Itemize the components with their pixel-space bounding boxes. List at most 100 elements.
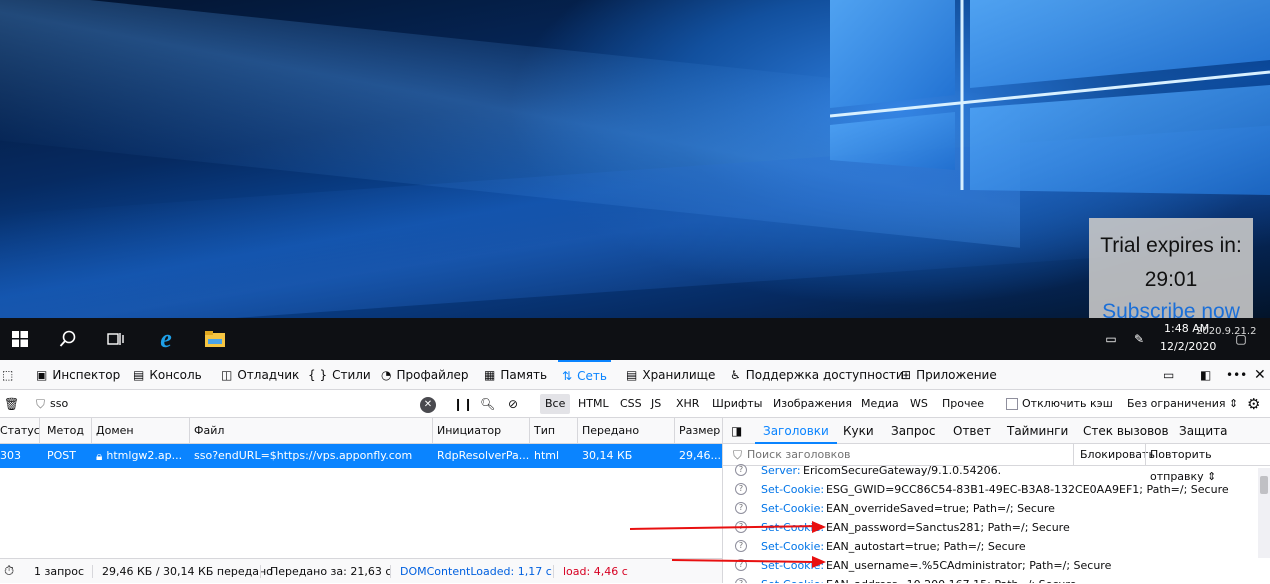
tab-application[interactable]: ⊞ Приложение [901,360,997,390]
pen-tray-button[interactable]: ✎ [1126,326,1152,352]
tab-cookies[interactable]: Куки [843,418,874,444]
header-row[interactable]: ? Set-Cookie: EAN_autostart=true; Path=/… [723,537,1253,556]
filter-type-media[interactable]: Медиа [856,394,904,414]
reload-timer-icon-wrap[interactable]: ⏱ [4,559,14,584]
help-icon[interactable]: ? [735,483,747,495]
filter-type-other[interactable]: Прочее [937,394,989,414]
lock-icon: 🔒︎ [96,449,103,463]
tab-storage[interactable]: ▤ Хранилище [626,360,715,390]
help-icon[interactable]: ? [735,578,747,583]
toggle-sidebar-button[interactable]: ◨ [731,418,742,444]
filter-type-images[interactable]: Изображения [768,394,857,414]
tab-network[interactable]: ⇅ Сеть [558,360,611,390]
tab-inspector[interactable]: ▣ Инспектор [36,360,120,390]
header-row[interactable]: ? Set-Cookie: ESG_GWID=9CC86C54-83B1-49E… [723,480,1253,499]
more-options-button[interactable]: ••• [1226,360,1247,390]
tab-stack-trace[interactable]: Стек вызовов [1083,418,1169,444]
tab-headers[interactable]: Заголовки [755,418,837,444]
column-method[interactable]: Метод [43,418,92,444]
internet-explorer-button[interactable]: e [153,324,179,353]
header-value: EAN_overrideSaved=true; Path=/; Secure [826,502,1055,515]
filter-type-html[interactable]: HTML [573,394,614,414]
subscribe-link[interactable]: Subscribe now [1089,300,1253,318]
filter-type-ws[interactable]: WS [905,394,933,414]
search-button[interactable] [55,326,81,352]
throttling-select[interactable]: Без ограничения ⇕ [1127,390,1238,418]
filter-type-css[interactable]: CSS [615,394,647,414]
tab-console[interactable]: ▤ Консоль [133,360,202,390]
responsive-design-button[interactable]: ▭ [1163,360,1174,390]
column-transferred[interactable]: Передано [578,418,675,444]
headers-scrollbar[interactable] [1258,468,1270,558]
column-domain[interactable]: Домен [92,418,190,444]
filter-type-xhr[interactable]: XHR [671,394,704,414]
filter-type-js[interactable]: JS [646,394,666,414]
header-row[interactable]: ? Set-Cookie: EAN_overrideSaved=true; Pa… [723,499,1253,518]
start-button[interactable] [7,326,33,352]
trial-expires-label: Trial expires in: [1100,234,1242,257]
search-requests-button[interactable]: 🔍︎ [480,390,495,418]
tab-response[interactable]: Ответ [953,418,991,444]
header-row[interactable]: ? Server: EricomSecureGateway/9.1.0.5420… [723,461,1253,480]
tab-security[interactable]: Защита [1179,418,1228,444]
cell-domain: 🔒︎ htmlgw2.ap... [92,444,190,468]
tab-debugger[interactable]: ◫ Отладчик [221,360,299,390]
header-value: EricomSecureGateway/9.1.0.54206. [803,464,1002,477]
column-status[interactable]: Статус [0,418,40,444]
tab-accessibility[interactable]: ♿ Поддержка доступности [730,360,904,390]
column-file[interactable]: Файл [190,418,433,444]
dock-toggle-button[interactable]: ◧ [1200,360,1211,390]
help-icon[interactable]: ? [735,464,747,476]
network-settings-button[interactable]: ⚙ [1247,390,1260,418]
tab-style-editor[interactable]: { } Стили [308,360,371,390]
disable-cache-checkbox[interactable] [1006,398,1018,410]
clear-filter-button[interactable]: ✕ [420,390,436,418]
header-row[interactable]: ? Set-Cookie: EAN_password=Sanctus281; P… [723,518,1253,537]
task-view-icon [107,333,124,345]
help-icon[interactable]: ? [735,502,747,514]
scrollbar-thumb[interactable] [1260,476,1268,494]
column-type[interactable]: Тип [530,418,578,444]
inspector-icon: ▣ [36,368,48,382]
close-devtools-button[interactable]: ✕ [1254,360,1266,390]
transfer-sizes: 29,46 КБ / 30,14 КБ передано [102,565,273,578]
tab-memory[interactable]: ▦ Память [484,360,547,390]
load-time: load: 4,46 с [563,565,628,578]
header-row[interactable]: ? Set-Cookie: EAN_address=10.200.167.15;… [723,575,1253,583]
url-filter-input[interactable]: sso [50,390,410,418]
pause-recording-button[interactable]: ❙❙ [453,390,473,418]
internet-explorer-icon: e [160,324,172,353]
tab-profiler[interactable]: ◔ Профайлер [381,360,469,390]
network-tray-button[interactable]: ▭ [1098,326,1124,352]
filter-type-fonts[interactable]: Шрифты [707,394,767,414]
column-initiator[interactable]: Инициатор [433,418,530,444]
clear-log-button[interactable]: 🗑 [4,390,19,418]
windows-start-icon [12,331,28,347]
accessibility-icon: ♿ [730,368,741,382]
details-tabs: ◨ Заголовки Куки Запрос Ответ Тайминги С… [723,418,1270,444]
table-row[interactable]: 303 POST 🔒︎ htmlgw2.ap... sso?endURL=$htt… [0,444,722,468]
search-icon: 🔍︎ [480,397,496,411]
cell-file: sso?endURL=$https://vps.apponfly.com [194,449,413,462]
column-size[interactable]: Размер [675,418,722,444]
element-picker-button[interactable]: ⬚ [2,360,13,390]
block-requests-button[interactable]: ⊘ [508,390,518,418]
tab-timings[interactable]: Тайминги [1007,418,1068,444]
cell-transferred: 30,14 КБ [582,449,633,462]
filter-type-all[interactable]: Все [540,394,571,414]
pen-icon: ✎ [1133,332,1145,346]
block-icon: ⊘ [508,397,519,411]
file-explorer-button[interactable] [202,326,228,352]
header-value: ESG_GWID=9CC86C54-83B1-49EC-B3A8-132CE0A… [826,483,1229,496]
cell-size: 29,46... [679,449,721,462]
filter-funnel: ⛉ [36,390,45,418]
responsive-mode-icon: ▭ [1163,368,1175,382]
pause-icon: ❙❙ [453,397,474,411]
dock-icon: ◧ [1200,368,1212,382]
disable-cache-toggle[interactable]: Отключить кэш [1006,390,1113,418]
cell-type: html [534,449,560,462]
request-count: 1 запрос [34,565,85,578]
tab-request[interactable]: Запрос [891,418,935,444]
task-view-button[interactable] [103,326,129,352]
help-icon[interactable]: ? [735,540,747,552]
